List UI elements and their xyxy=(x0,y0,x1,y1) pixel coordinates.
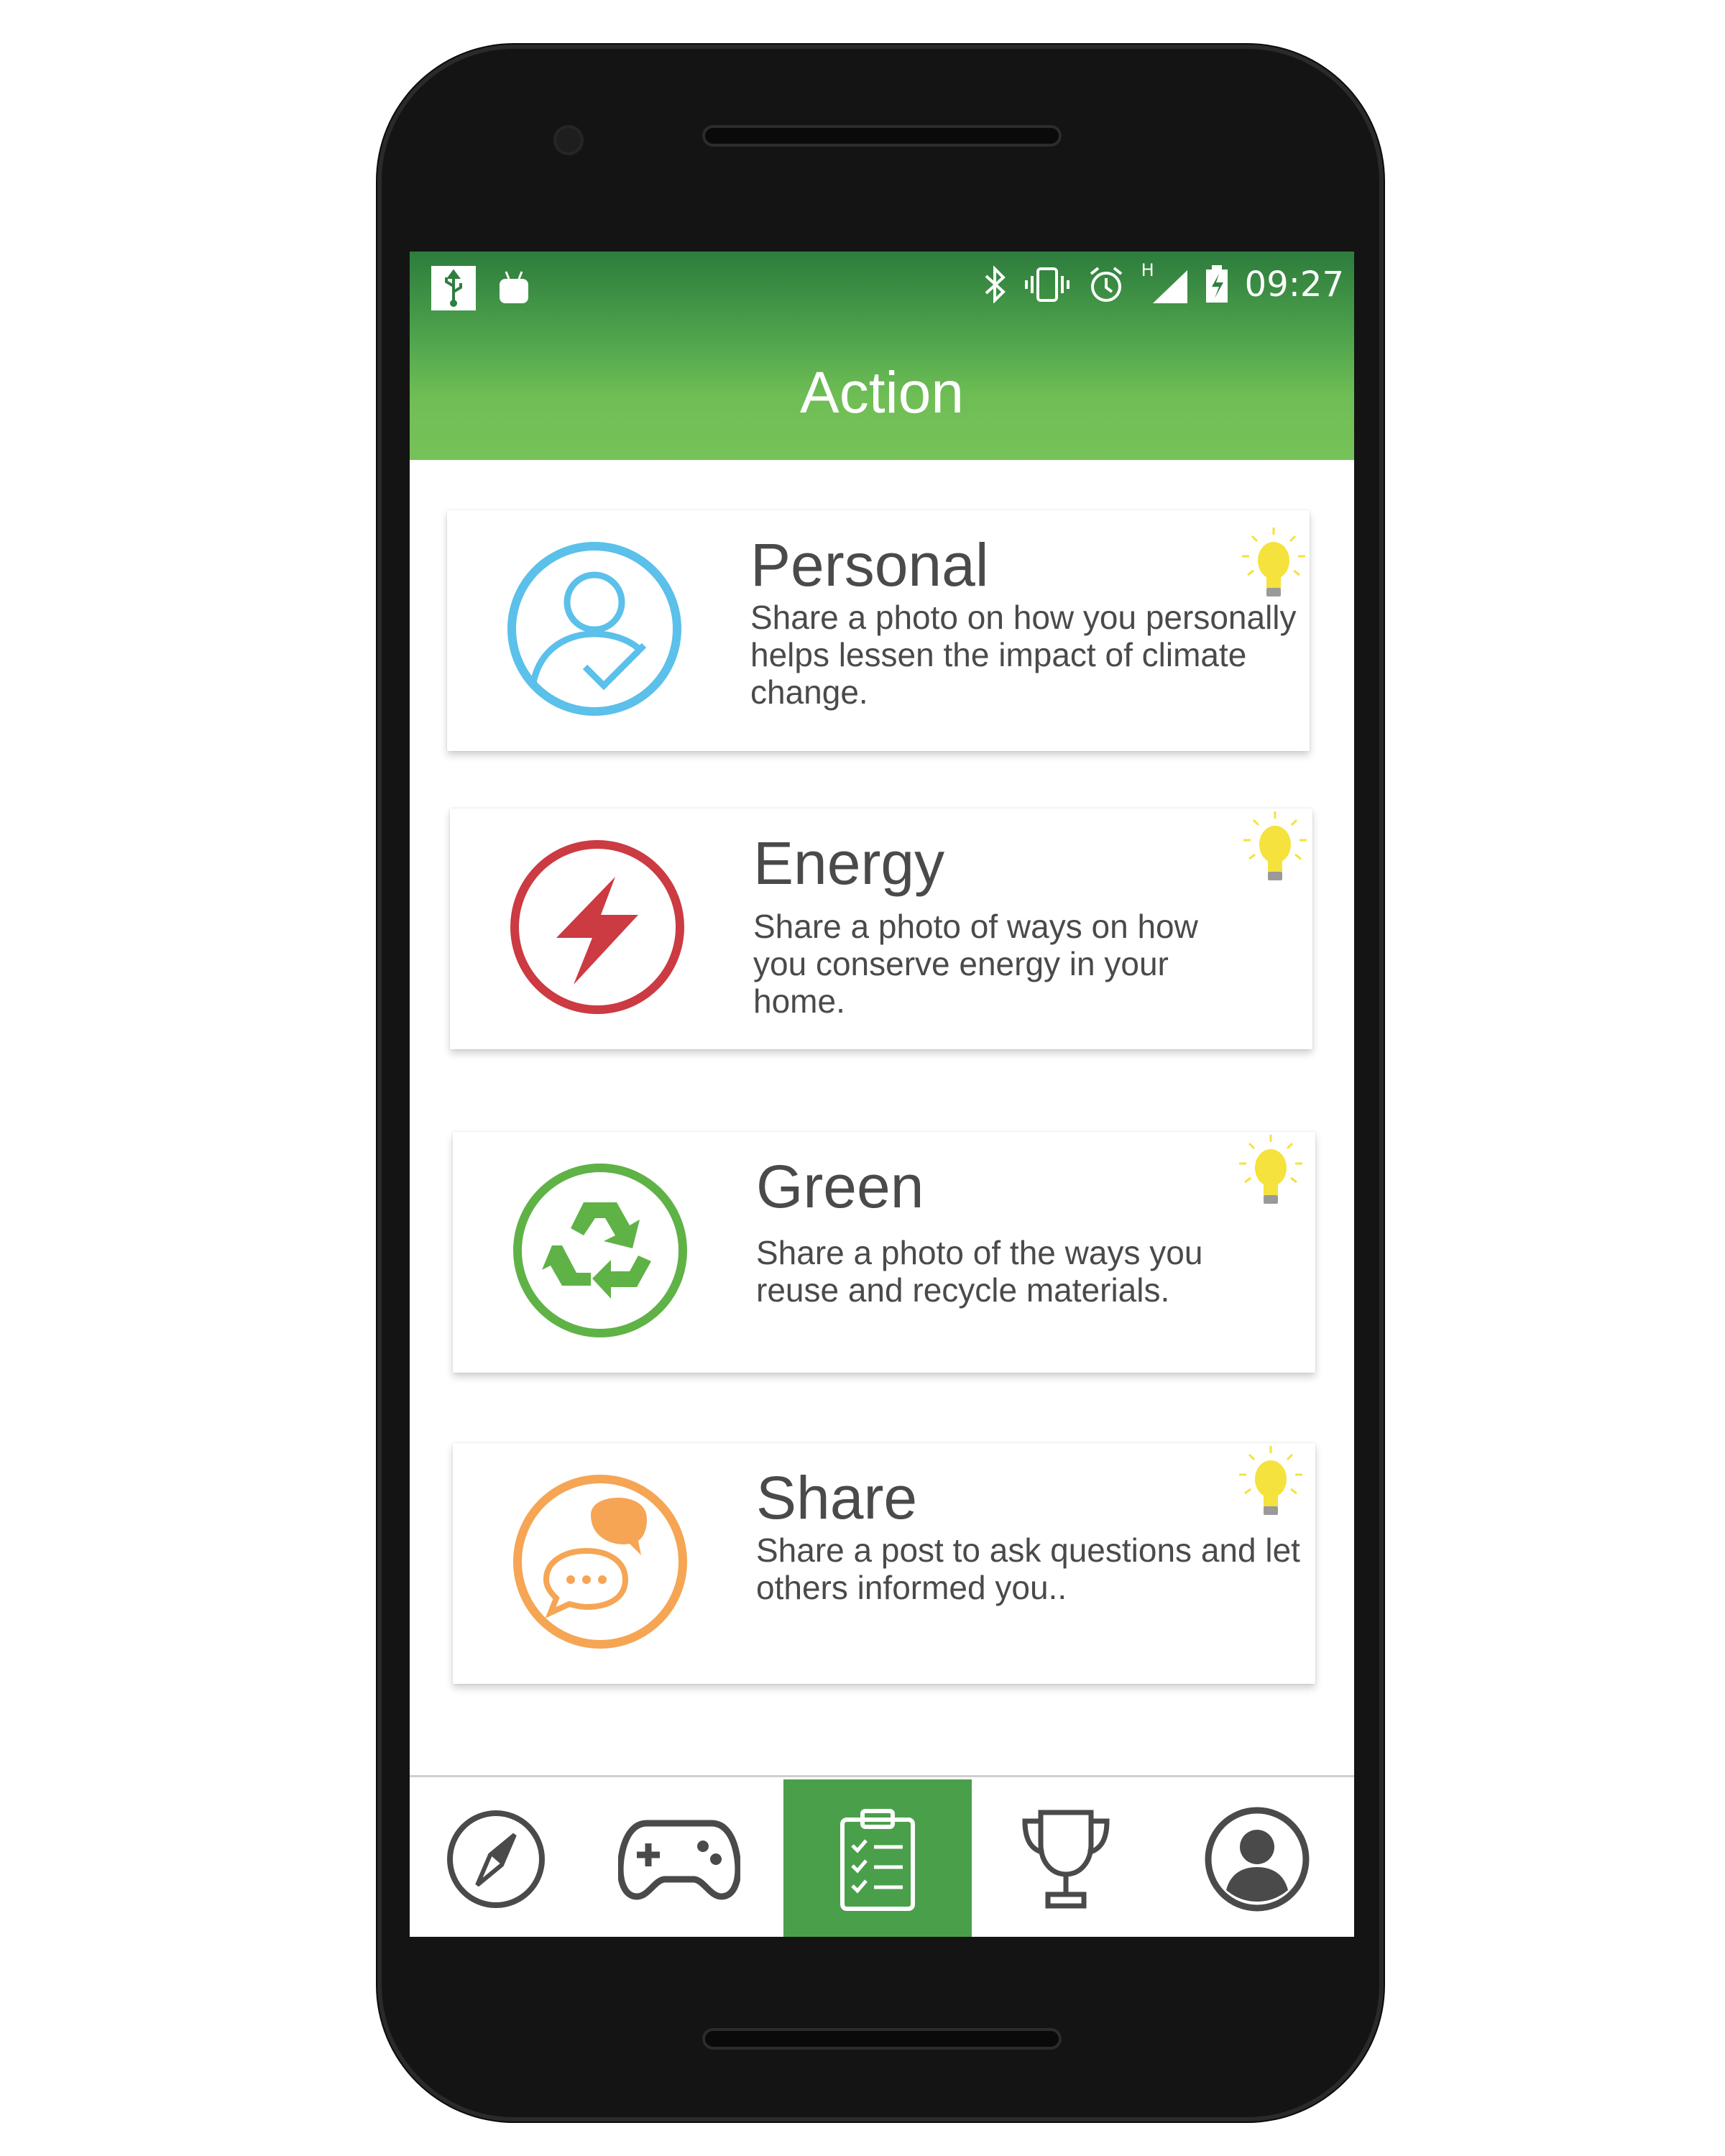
card-description: Share a photo on how you personally help… xyxy=(750,599,1297,711)
status-bar-left xyxy=(431,266,530,310)
energy-category-icon xyxy=(507,837,687,1017)
page-title: Action xyxy=(800,360,964,425)
clipboard-checklist-icon xyxy=(840,1809,915,1911)
tip-lightbulb-icon[interactable] xyxy=(1235,1445,1307,1524)
nav-tab-profile[interactable] xyxy=(1160,1779,1354,1937)
recycle-icon xyxy=(513,1164,687,1337)
card-description: Share a photo of the ways you reuse and … xyxy=(756,1234,1203,1309)
bottom-speaker xyxy=(702,2028,1062,2050)
bottom-navigation xyxy=(410,1775,1354,1937)
person-check-icon xyxy=(507,542,681,716)
status-time: 09:27 xyxy=(1244,264,1344,305)
green-category-icon xyxy=(510,1161,690,1340)
earpiece-speaker xyxy=(702,125,1062,147)
front-camera xyxy=(553,125,584,155)
card-description: Share a photo of ways on how you conserv… xyxy=(753,908,1198,1020)
signal-icon xyxy=(1152,270,1187,303)
battery-charging-icon xyxy=(1205,265,1228,303)
tip-lightbulb-icon[interactable] xyxy=(1238,526,1310,605)
action-card-personal[interactable]: Personal Share a photo on how you person… xyxy=(447,510,1310,751)
card-description: Share a post to ask questions and let ot… xyxy=(756,1531,1300,1606)
tip-lightbulb-icon[interactable] xyxy=(1239,810,1311,889)
trophy-icon xyxy=(1022,1810,1110,1909)
user-avatar-icon xyxy=(1205,1807,1310,1912)
card-title: Personal xyxy=(750,531,989,599)
usb-icon xyxy=(431,266,476,310)
app-screen: H 09:27 Action Personal Share a photo on… xyxy=(410,252,1354,1937)
personal-category-icon xyxy=(505,539,684,719)
nav-tab-action[interactable] xyxy=(783,1779,972,1937)
app-header: H 09:27 Action xyxy=(410,252,1354,460)
android-icon xyxy=(500,271,528,303)
card-title: Share xyxy=(756,1464,918,1531)
bluetooth-icon xyxy=(985,266,1006,303)
action-card-green[interactable]: Green Share a photo of the ways you reus… xyxy=(453,1132,1315,1373)
signal-indicator: H xyxy=(1141,260,1189,305)
status-bar-right: H 09:27 xyxy=(982,260,1344,305)
tip-lightbulb-icon[interactable] xyxy=(1235,1133,1307,1212)
card-title: Energy xyxy=(753,829,945,897)
share-category-icon xyxy=(510,1472,690,1651)
chat-bubbles-icon xyxy=(513,1475,687,1649)
card-title: Green xyxy=(756,1153,924,1220)
nav-tab-games[interactable] xyxy=(582,1779,776,1937)
vibrate-icon xyxy=(1024,267,1070,302)
gamepad-icon xyxy=(618,1820,740,1900)
action-card-energy[interactable]: Energy Share a photo of ways on how you … xyxy=(450,808,1312,1049)
nav-tab-explore[interactable] xyxy=(410,1779,582,1937)
compass-icon xyxy=(447,1810,545,1908)
nav-tab-rankings[interactable] xyxy=(972,1779,1160,1937)
action-card-share[interactable]: Share Share a post to ask questions and … xyxy=(453,1443,1315,1684)
alarm-icon xyxy=(1090,267,1122,302)
lightning-icon xyxy=(510,840,684,1014)
